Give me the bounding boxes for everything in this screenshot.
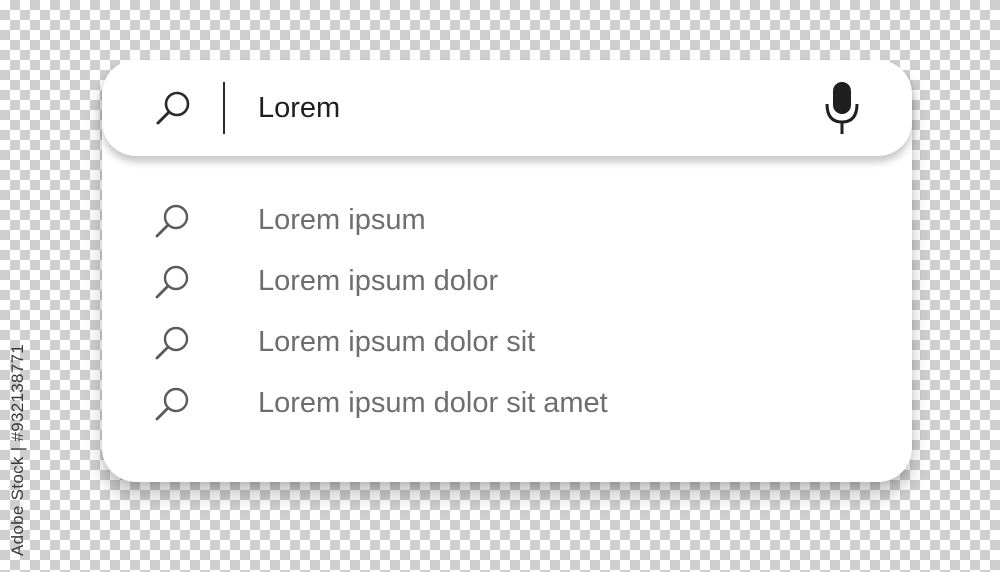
search-icon (152, 261, 194, 303)
search-icon (152, 322, 194, 364)
text-cursor-divider (223, 82, 225, 134)
suggestion-item[interactable]: Lorem ipsum dolor sit amet (102, 373, 912, 434)
suggestion-item[interactable]: Lorem ipsum dolor sit (102, 312, 912, 373)
suggestion-label: Lorem ipsum dolor sit amet (258, 387, 608, 419)
search-icon (152, 383, 194, 425)
search-input[interactable] (258, 88, 818, 128)
search-dropdown-card: Lorem ipsum Lorem ipsum dolor Lorem ipsu… (102, 60, 912, 482)
search-bar[interactable] (102, 60, 912, 156)
microphone-icon[interactable] (822, 80, 862, 136)
suggestion-label: Lorem ipsum dolor sit (258, 326, 536, 358)
search-icon (152, 200, 194, 242)
suggestion-list: Lorem ipsum Lorem ipsum dolor Lorem ipsu… (102, 190, 912, 434)
suggestion-item[interactable]: Lorem ipsum (102, 190, 912, 251)
suggestion-label: Lorem ipsum dolor (258, 265, 499, 297)
suggestion-label: Lorem ipsum (258, 204, 426, 236)
search-icon[interactable] (152, 86, 196, 130)
stock-id-label: Adobe Stock | #932138771 (8, 343, 27, 556)
suggestion-item[interactable]: Lorem ipsum dolor (102, 251, 912, 312)
